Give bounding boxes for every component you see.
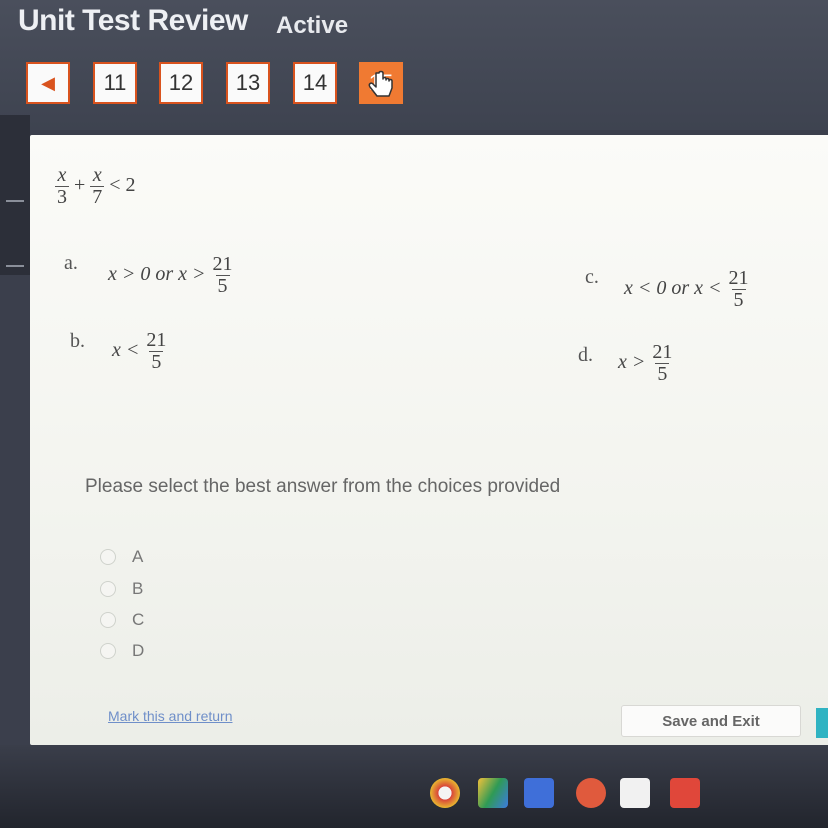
numerator: 21 bbox=[728, 267, 749, 289]
page-number: 13 bbox=[235, 70, 261, 95]
docs-icon[interactable] bbox=[524, 778, 554, 808]
fraction: 21 5 bbox=[727, 268, 751, 311]
back-button[interactable]: ◀ bbox=[26, 62, 70, 104]
page-number: 11 bbox=[103, 70, 127, 95]
denominator: 5 bbox=[215, 275, 230, 297]
app-icon[interactable] bbox=[576, 778, 606, 808]
option-lhs: x < 0 or x < bbox=[624, 277, 722, 300]
fraction: x 3 bbox=[55, 165, 69, 208]
denominator: 5 bbox=[149, 351, 164, 373]
fraction: 21 5 bbox=[144, 330, 168, 373]
denominator: 5 bbox=[731, 289, 746, 311]
choice-d[interactable]: D bbox=[100, 640, 144, 662]
page-number: 14 bbox=[302, 70, 328, 95]
choice-b[interactable]: B bbox=[100, 578, 143, 600]
page-number: 12 bbox=[168, 70, 194, 95]
page-button-13[interactable]: 13 bbox=[226, 62, 270, 104]
choice-label: A bbox=[132, 547, 144, 566]
next-button[interactable] bbox=[816, 708, 828, 738]
numerator: x bbox=[92, 164, 102, 186]
numerator: x bbox=[57, 164, 67, 186]
option-a-label: a. bbox=[64, 252, 78, 274]
option-lhs: x > bbox=[618, 351, 646, 374]
option-c-expression: x < 0 or x < 21 5 bbox=[624, 268, 751, 311]
divider bbox=[6, 200, 24, 202]
choice-a[interactable]: A bbox=[100, 546, 143, 568]
numerator: 21 bbox=[146, 329, 167, 351]
top-bar: Unit Test Review Active ◀ 11 12 13 14 15 bbox=[0, 0, 828, 130]
radio-button[interactable] bbox=[100, 581, 116, 597]
gmail-icon[interactable] bbox=[620, 778, 650, 808]
save-and-exit-button[interactable]: Save and Exit bbox=[621, 705, 801, 737]
option-d-expression: x > 21 5 bbox=[618, 342, 674, 385]
radio-button[interactable] bbox=[100, 549, 116, 565]
denominator: 5 bbox=[655, 363, 670, 385]
option-d-label: d. bbox=[578, 344, 593, 366]
numerator: 21 bbox=[212, 253, 233, 275]
status-label: Active bbox=[276, 12, 349, 39]
denominator: 3 bbox=[55, 186, 69, 208]
instruction-text: Please select the best answer from the c… bbox=[85, 476, 561, 497]
choice-label: B bbox=[132, 579, 144, 598]
youtube-icon[interactable] bbox=[670, 778, 700, 808]
question-card bbox=[30, 135, 828, 745]
page-button-15[interactable]: 15 bbox=[359, 62, 403, 104]
screen-bezel bbox=[0, 745, 828, 828]
radio-button[interactable] bbox=[100, 643, 116, 659]
choice-label: D bbox=[132, 641, 145, 660]
fraction: 21 5 bbox=[211, 254, 235, 297]
radio-button[interactable] bbox=[100, 612, 116, 628]
left-arrow-icon: ◀ bbox=[41, 72, 55, 93]
hand-pointer-icon bbox=[368, 70, 393, 97]
page-button-11[interactable]: 11 bbox=[93, 62, 137, 104]
divider bbox=[6, 265, 24, 267]
denominator: 7 bbox=[90, 186, 105, 208]
numerator: 21 bbox=[652, 341, 673, 363]
operator: + bbox=[74, 174, 86, 197]
option-b-expression: x < 21 5 bbox=[112, 330, 168, 373]
fraction: x 7 bbox=[90, 164, 105, 208]
option-lhs: x > 0 or x > bbox=[108, 263, 206, 286]
problem-expression: x 3 + x 7 < 2 bbox=[55, 165, 136, 208]
fraction: 21 5 bbox=[650, 342, 674, 385]
mark-and-return-link[interactable]: Mark this and return bbox=[108, 708, 233, 724]
side-strip bbox=[0, 115, 30, 275]
relation: < 2 bbox=[109, 174, 136, 197]
option-lhs: x < bbox=[112, 339, 140, 362]
page-button-12[interactable]: 12 bbox=[159, 62, 203, 104]
option-a-expression: x > 0 or x > 21 5 bbox=[108, 254, 235, 297]
page-title: Unit Test Review bbox=[18, 4, 248, 37]
choice-c[interactable]: C bbox=[100, 609, 144, 631]
choice-label: C bbox=[132, 610, 145, 629]
chrome-icon[interactable] bbox=[430, 778, 460, 808]
drive-icon[interactable] bbox=[478, 778, 508, 808]
option-c-label: c. bbox=[585, 266, 599, 288]
page-button-14[interactable]: 14 bbox=[293, 62, 337, 104]
option-b-label: b. bbox=[70, 330, 85, 352]
